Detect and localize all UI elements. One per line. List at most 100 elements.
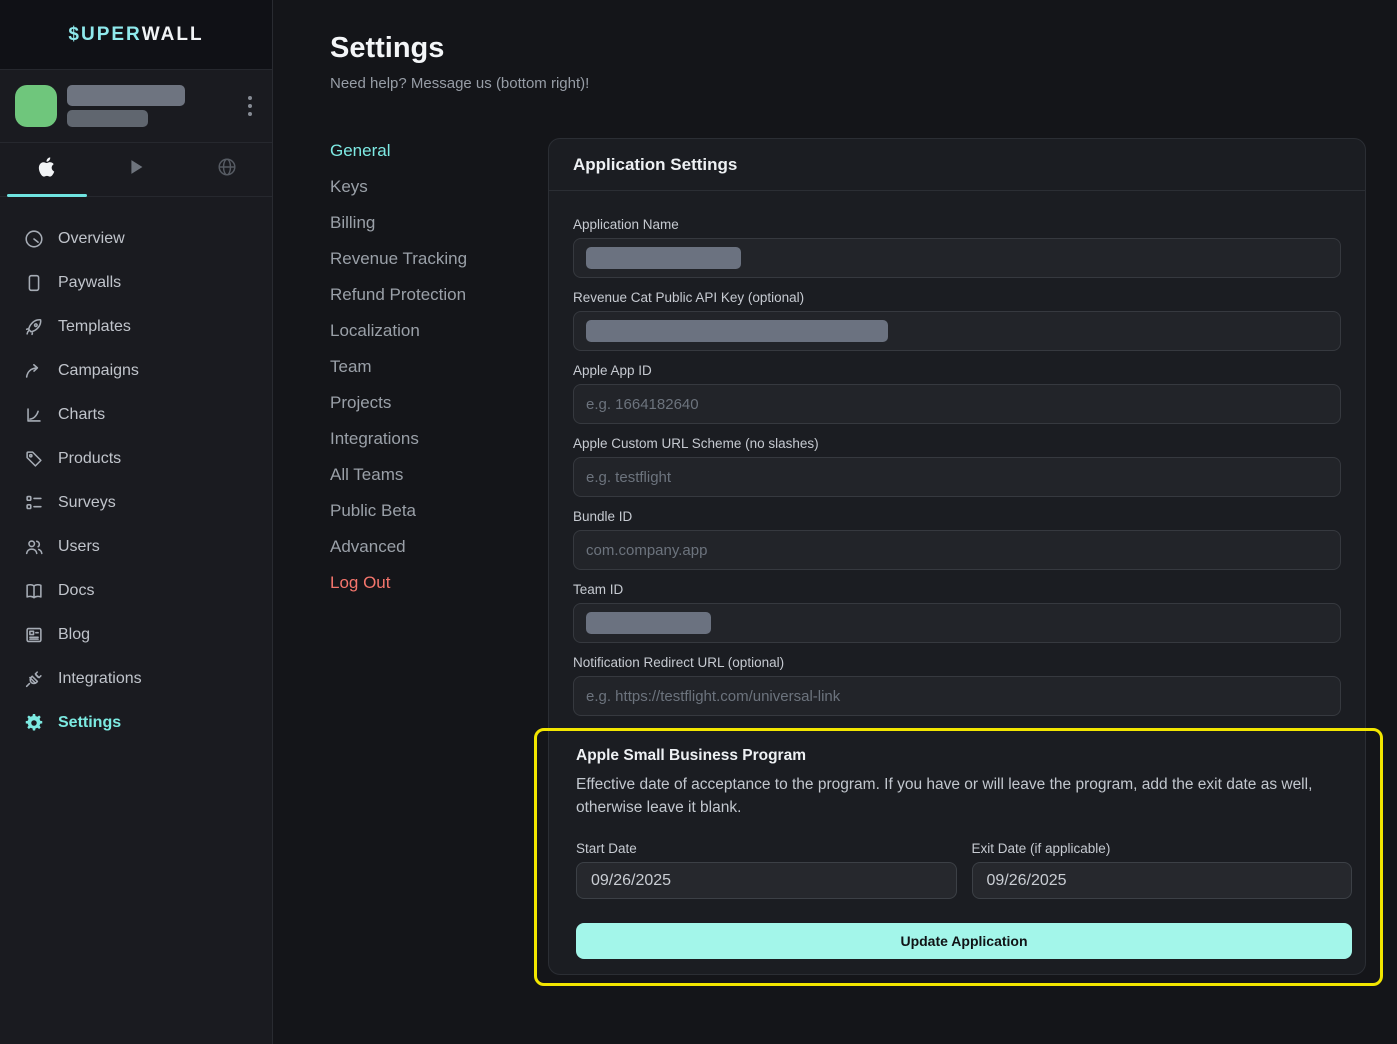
redacted-value — [586, 247, 741, 269]
field-label: Bundle ID — [573, 509, 1341, 524]
start-date-input[interactable] — [576, 862, 957, 899]
settings-nav-refund-protection[interactable]: Refund Protection — [330, 284, 548, 305]
small-business-program-description: Effective date of acceptance to the prog… — [576, 773, 1352, 819]
tag-icon — [23, 448, 45, 470]
application-settings-panel: Application Settings Application Name Re… — [548, 138, 1366, 975]
update-application-button[interactable]: Update Application — [576, 923, 1352, 959]
app-root: $UPERWALL — [0, 0, 1397, 1044]
sidebar-nav: Overview Paywalls Templates — [0, 197, 272, 745]
sidebar-item-label: Docs — [58, 582, 94, 600]
field-label: Revenue Cat Public API Key (optional) — [573, 290, 1341, 305]
field-apple-custom-url-scheme: Apple Custom URL Scheme (no slashes) — [573, 436, 1341, 497]
rocket-icon — [23, 316, 45, 338]
sidebar-item-integrations[interactable]: Integrations — [0, 657, 272, 701]
sidebar-item-campaigns[interactable]: Campaigns — [0, 349, 272, 393]
sidebar-item-label: Settings — [58, 714, 121, 732]
sidebar-item-docs[interactable]: Docs — [0, 569, 272, 613]
exit-date-field: Exit Date (if applicable) — [972, 841, 1353, 899]
globe-icon — [216, 156, 238, 183]
bundle-id-input[interactable] — [573, 530, 1341, 570]
start-date-field: Start Date — [576, 841, 957, 899]
account-info — [67, 85, 232, 127]
start-date-label: Start Date — [576, 841, 957, 856]
sidebar-item-label: Templates — [58, 318, 131, 336]
tab-google-play[interactable] — [91, 143, 182, 196]
plug-icon — [23, 668, 45, 690]
settings-nav-integrations[interactable]: Integrations — [330, 428, 548, 449]
application-name-input[interactable] — [573, 238, 1341, 278]
sidebar-item-label: Charts — [58, 406, 105, 424]
clock-icon — [23, 228, 45, 250]
gear-icon — [23, 712, 45, 734]
sidebar-item-paywalls[interactable]: Paywalls — [0, 261, 272, 305]
sidebar-item-settings[interactable]: Settings — [0, 701, 272, 745]
sidebar-item-label: Campaigns — [58, 362, 139, 380]
settings-nav-log-out[interactable]: Log Out — [330, 572, 548, 593]
tab-apple[interactable] — [0, 143, 91, 196]
account-menu-kebab-icon[interactable] — [242, 90, 258, 122]
main-content: Settings Need help? Message us (bottom r… — [273, 0, 1397, 1044]
settings-nav-team[interactable]: Team — [330, 356, 548, 377]
sidebar-item-label: Paywalls — [58, 274, 121, 292]
smartphone-icon — [23, 272, 45, 294]
sidebar-item-label: Integrations — [58, 670, 142, 688]
sidebar-item-charts[interactable]: Charts — [0, 393, 272, 437]
apple-small-business-program-highlight: Apple Small Business Program Effective d… — [534, 728, 1383, 986]
sidebar-item-surveys[interactable]: Surveys — [0, 481, 272, 525]
sidebar: $UPERWALL — [0, 0, 273, 1044]
sidebar-item-blog[interactable]: Blog — [0, 613, 272, 657]
field-apple-app-id: Apple App ID — [573, 363, 1341, 424]
small-business-program-title: Apple Small Business Program — [576, 746, 1352, 765]
book-icon — [23, 580, 45, 602]
play-icon — [125, 156, 147, 183]
tab-web[interactable] — [181, 143, 272, 196]
redacted-value — [586, 320, 888, 342]
team-id-input[interactable] — [573, 603, 1341, 643]
settings-nav-revenue-tracking[interactable]: Revenue Tracking — [330, 248, 548, 269]
exit-date-label: Exit Date (if applicable) — [972, 841, 1353, 856]
sidebar-item-label: Surveys — [58, 494, 116, 512]
sidebar-item-overview[interactable]: Overview — [0, 217, 272, 261]
brand-logo: $UPERWALL — [0, 0, 272, 70]
field-label: Apple Custom URL Scheme (no slashes) — [573, 436, 1341, 451]
settings-nav: General Keys Billing Revenue Tracking Re… — [330, 138, 548, 975]
settings-nav-advanced[interactable]: Advanced — [330, 536, 548, 557]
settings-nav-all-teams[interactable]: All Teams — [330, 464, 548, 485]
field-revenuecat-api-key: Revenue Cat Public API Key (optional) — [573, 290, 1341, 351]
sidebar-item-label: Overview — [58, 230, 125, 248]
field-label: Apple App ID — [573, 363, 1341, 378]
notification-redirect-url-input[interactable] — [573, 676, 1341, 716]
page-subtitle: Need help? Message us (bottom right)! — [330, 74, 1366, 94]
apple-icon — [35, 155, 56, 184]
settings-nav-keys[interactable]: Keys — [330, 176, 548, 197]
settings-nav-public-beta[interactable]: Public Beta — [330, 500, 548, 521]
sidebar-item-users[interactable]: Users — [0, 525, 272, 569]
settings-nav-general[interactable]: General — [330, 140, 548, 161]
redacted-value — [586, 612, 711, 634]
newspaper-icon — [23, 624, 45, 646]
field-team-id: Team ID — [573, 582, 1341, 643]
sidebar-item-products[interactable]: Products — [0, 437, 272, 481]
apple-app-id-input[interactable] — [573, 384, 1341, 424]
account-name-redacted — [67, 85, 185, 106]
account-switcher[interactable] — [0, 70, 272, 143]
field-application-name: Application Name — [573, 217, 1341, 278]
checklist-icon — [23, 492, 45, 514]
field-label: Notification Redirect URL (optional) — [573, 655, 1341, 670]
account-subtitle-redacted — [67, 110, 148, 127]
logo-prefix: $UPER — [68, 24, 141, 46]
sidebar-item-label: Products — [58, 450, 121, 468]
sidebar-item-label: Users — [58, 538, 100, 556]
line-chart-icon — [23, 404, 45, 426]
field-bundle-id: Bundle ID — [573, 509, 1341, 570]
apple-custom-url-scheme-input[interactable] — [573, 457, 1341, 497]
settings-nav-projects[interactable]: Projects — [330, 392, 548, 413]
settings-nav-localization[interactable]: Localization — [330, 320, 548, 341]
sidebar-item-templates[interactable]: Templates — [0, 305, 272, 349]
field-notification-redirect-url: Notification Redirect URL (optional) — [573, 655, 1341, 716]
settings-nav-billing[interactable]: Billing — [330, 212, 548, 233]
platform-tab-bar — [0, 143, 272, 197]
revenuecat-api-key-input[interactable] — [573, 311, 1341, 351]
exit-date-input[interactable] — [972, 862, 1353, 899]
promote-arrow-icon — [23, 360, 45, 382]
